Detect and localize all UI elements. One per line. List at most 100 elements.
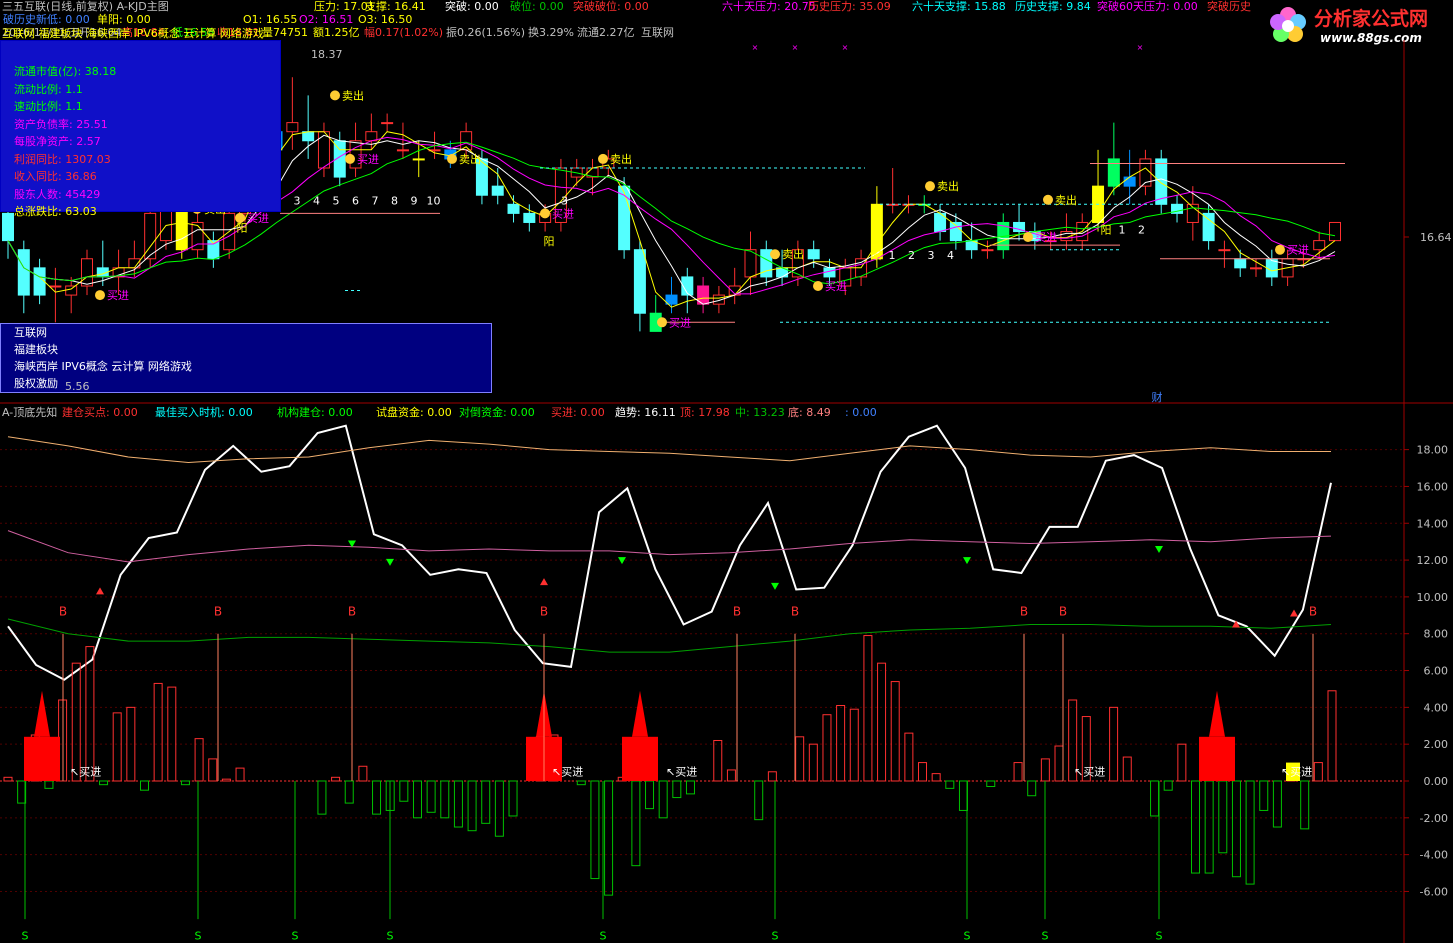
histogram-bar	[17, 780, 27, 804]
histogram-bar	[208, 758, 218, 782]
arrow-down-icon	[1155, 546, 1163, 554]
candle-body	[1329, 221, 1341, 242]
buy-signal-B: B	[540, 604, 548, 618]
candle-body	[981, 249, 994, 252]
runner-icon	[330, 90, 340, 101]
buy-signal-B: B	[59, 604, 67, 618]
runner-icon	[770, 249, 780, 260]
mid-band	[7, 530, 1332, 563]
quote-field: 额1.25亿	[313, 26, 360, 39]
fin-row: 流通市值(亿): 38.18	[14, 65, 117, 78]
arrow-up-icon	[96, 587, 104, 595]
candle-body	[744, 249, 757, 278]
histogram-bar	[153, 682, 163, 782]
arrow-down-icon	[618, 557, 626, 565]
histogram-bar	[71, 662, 81, 782]
sequence-number: 3	[561, 194, 568, 207]
histogram-bar	[1013, 762, 1023, 782]
accumulation-block	[622, 736, 658, 781]
quote-field: 振0.26(1.56%)	[446, 26, 526, 39]
histogram-bar	[1122, 756, 1132, 782]
histogram-bar	[795, 736, 805, 782]
indicator-axis-label: 6.00	[1424, 665, 1449, 678]
histogram-bar	[645, 780, 655, 810]
header-stat: 历史压力: 35.09	[808, 0, 891, 13]
indicator-axis-label: -4.00	[1420, 849, 1448, 862]
sequence-number: 5	[333, 194, 340, 207]
candle-body	[2, 212, 14, 242]
candle-body	[1250, 267, 1263, 270]
indicator-stat: 趋势: 16.11	[615, 406, 676, 419]
histogram-bar	[1300, 780, 1310, 830]
indicator-stat: 建仓买点: 0.00	[62, 405, 138, 419]
histogram-bar	[877, 662, 887, 782]
histogram-bar	[44, 780, 54, 789]
sequence-number: 4	[313, 194, 320, 207]
histogram-bar	[180, 780, 190, 786]
sell-signal-S: S	[22, 929, 29, 942]
concept-row: 海峡西岸 IPV6概念 云计算 网络游戏	[14, 360, 192, 373]
buy-signal-B: B	[348, 604, 356, 618]
price-axis-label: 16.64	[1420, 231, 1452, 244]
sell-marker: 卖出	[937, 179, 959, 193]
indicator-stat: 底: 8.49	[788, 405, 831, 419]
sequence-number: 9	[411, 194, 418, 207]
histogram-bar	[344, 780, 354, 804]
cross-marker: ×	[752, 43, 759, 52]
histogram-bar	[481, 780, 491, 824]
histogram-bar	[836, 705, 846, 782]
sequence-number: 10	[427, 194, 441, 207]
histogram-bar	[849, 708, 859, 782]
histogram-bar	[372, 780, 382, 815]
histogram-bar	[658, 780, 668, 819]
histogram-bar	[726, 769, 736, 782]
histogram-bar	[604, 780, 614, 896]
quote-field: 量74751	[262, 26, 308, 39]
sell-marker: 卖出	[610, 152, 632, 166]
money-bag-icon	[1275, 244, 1285, 255]
candle-body	[1218, 249, 1231, 252]
buy-marker: 买进	[552, 207, 574, 220]
histogram-bar	[904, 732, 914, 782]
candle-body	[412, 158, 425, 161]
candle-body	[523, 212, 536, 223]
fin-row: 总涨跌比: 63.03	[14, 205, 97, 218]
candle-body	[17, 249, 30, 296]
histogram-bar	[958, 780, 968, 811]
candle-body	[49, 285, 62, 288]
header-stat: 历史支撑: 9.84	[1015, 0, 1091, 13]
histogram-bar	[890, 681, 900, 782]
candle-body	[665, 294, 678, 305]
sell-marker: 卖出	[342, 88, 364, 102]
candle-body	[396, 149, 409, 152]
arrow-up-icon	[540, 578, 548, 586]
histogram-bar	[494, 780, 504, 837]
candle-body	[1313, 240, 1326, 251]
accumulation-spike	[34, 690, 50, 737]
fin-row: 收入同比: 36.86	[14, 170, 97, 183]
candle-body	[491, 185, 504, 196]
histogram-bar	[767, 771, 777, 782]
cross-marker: ×	[1137, 43, 1144, 52]
buy-signal-B: B	[791, 604, 799, 618]
indicator-stat: 机构建仓: 0.00	[277, 405, 353, 419]
header-stat: 突破60天压力: 0.00	[1097, 0, 1198, 13]
sell-signal-S: S	[195, 929, 202, 942]
histogram-bar	[331, 776, 341, 782]
header-stat: 突破破位: 0.00	[573, 0, 649, 13]
histogram-bar	[1204, 780, 1214, 874]
quote-field: 幅0.17(1.02%)	[364, 26, 444, 39]
histogram-bar	[1272, 780, 1282, 828]
accumulation-spike	[632, 690, 648, 737]
indicator-axis-label: 2.00	[1424, 738, 1449, 751]
histogram-bar	[1163, 780, 1173, 791]
indicator-chart[interactable]: 18.00 16.00 14.00 12.00 10.00 8.00 6.00 4.00 2.0…	[0, 404, 1453, 943]
sequence-number: 1	[889, 249, 896, 262]
sequence-number: 6	[352, 194, 359, 207]
histogram-bar	[112, 712, 122, 782]
histogram-bar	[99, 780, 109, 786]
arrow-down-icon	[963, 557, 971, 565]
buy-marker: 买进	[1035, 231, 1057, 244]
money-bag-icon	[813, 281, 823, 291]
indicator-stat: 最佳买入时机: 0.00	[155, 405, 253, 419]
